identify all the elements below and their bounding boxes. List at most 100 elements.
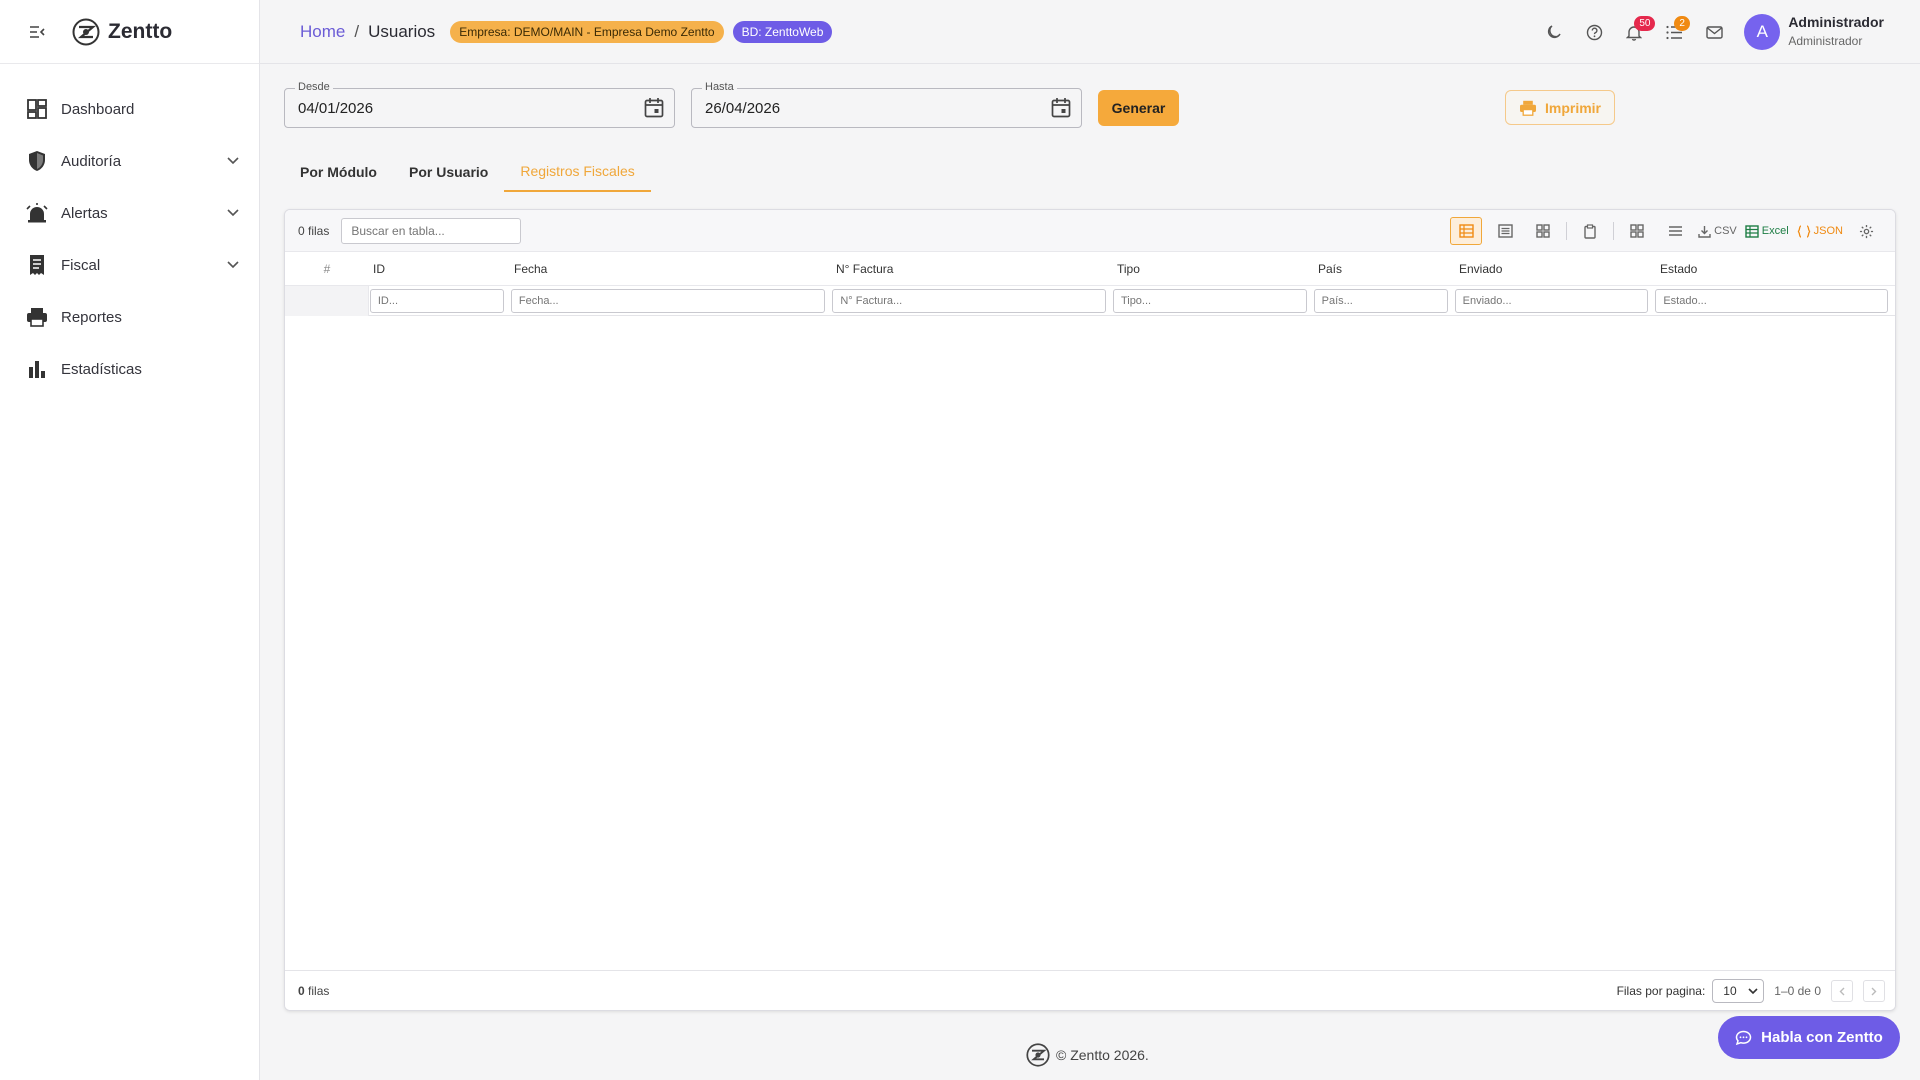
calendar-icon[interactable] [1051,97,1071,121]
desde-label: Desde [295,81,333,93]
filter-input-pais[interactable] [1313,288,1448,313]
card-view-button[interactable] [1528,217,1558,245]
filter-input-factura[interactable] [832,288,1106,313]
grid-footer: 0 filas Filas por pagina: 10 1–0 de 0 [285,970,1895,1010]
desde-date-field[interactable]: Desde 04/01/2026 [284,81,675,128]
chevron-right-icon [1871,987,1877,995]
grid-view-icon [1536,224,1550,238]
json-label: JSON [1813,225,1843,237]
footer-row-count-number: 0 [298,983,305,998]
lines-icon [1668,226,1682,236]
sidebar-item-dashboard[interactable]: Dashboard [0,83,259,135]
column-header-estado[interactable]: Estado [1656,262,1886,276]
tab-por-usuario[interactable]: Por Usuario [393,152,504,192]
export-excel-button[interactable]: Excel [1745,217,1789,245]
generate-button[interactable]: Generar [1098,90,1179,126]
table-view-button[interactable] [1450,217,1483,245]
desde-value[interactable]: 04/01/2026 [298,100,373,117]
tab-por-modulo[interactable]: Por Módulo [284,152,393,192]
notifications-button[interactable]: 50 [1614,12,1656,52]
filter-input-fecha[interactable] [510,288,826,313]
sidebar-item-label: Reportes [61,308,122,326]
print-label: Imprimir [1544,99,1601,116]
chat-icon [1735,1030,1752,1045]
sidebar-item-estadisticas[interactable]: Estadísticas [0,343,259,395]
columns-button[interactable] [1622,217,1652,245]
data-grid: 0 filas CSV [284,209,1896,1011]
clipboard-icon [1584,223,1596,239]
footer-row-count: 0 filas [298,984,329,998]
next-page-button[interactable] [1863,980,1885,1002]
shield-icon [26,150,48,172]
export-csv-button[interactable]: CSV [1698,217,1737,245]
calendar-icon[interactable] [644,97,664,121]
messages-button[interactable] [1694,12,1734,52]
column-header-factura[interactable]: N° Factura [832,262,1113,276]
grid-toolbar: 0 filas CSV [285,210,1895,252]
sidebar-item-auditoria[interactable]: Auditoría [0,135,259,187]
row-index-header: # [323,261,331,276]
column-header-tipo[interactable]: Tipo [1113,262,1314,276]
database-badge[interactable]: BD: ZenttoWeb [732,20,833,43]
column-header-id[interactable]: ID [369,262,510,276]
hasta-date-field[interactable]: Hasta 26/04/2026 [691,81,1082,128]
sidebar-item-label: Estadísticas [61,360,142,378]
breadcrumb-current: Usuarios [368,21,436,41]
grid-settings-button[interactable] [1851,217,1881,245]
braces-icon [1797,224,1810,238]
zentto-logo-icon [72,18,100,45]
help-button[interactable] [1574,12,1614,52]
table-header-row: # ID Fecha N° Factura Tipo País Enviado … [285,252,1895,286]
column-header-fecha[interactable]: Fecha [510,262,832,276]
filter-input-enviado[interactable] [1454,288,1649,313]
sidebar-item-reportes[interactable]: Reportes [0,291,259,343]
app-name: Zentto [108,19,173,43]
tab-registros-fiscales[interactable]: Registros Fiscales [504,152,651,192]
sidebar-item-fiscal[interactable]: Fiscal [0,239,259,291]
filter-input-estado[interactable] [1655,288,1888,313]
column-header-pais[interactable]: País [1314,262,1455,276]
empresa-badge[interactable]: Empresa: DEMO/MAIN - Empresa Demo Zentto [450,20,724,43]
grid-tools: CSV Excel JSON [1442,217,1881,245]
top-bar: Home / Usuarios Empresa: DEMO/MAIN - Emp… [260,0,1920,64]
density-button[interactable] [1490,217,1520,245]
footer-row-count-suffix: filas [308,983,330,998]
sidebar-item-label: Auditoría [61,152,122,170]
breadcrumb-home-link[interactable]: Home [300,22,345,42]
rows-per-page-value: 10 [1723,984,1737,998]
app-logo[interactable]: Zentto [72,18,172,46]
user-menu[interactable]: Administrador Administrador [1788,13,1884,51]
copy-button[interactable] [1575,217,1605,245]
avatar[interactable]: A [1744,14,1781,50]
filter-input-id[interactable] [369,288,504,313]
filter-row-spacer [285,285,369,316]
page-range-label: 1–0 de 0 [1774,984,1821,998]
hasta-value[interactable]: 26/04/2026 [705,100,780,117]
zentto-logo-icon [1026,1043,1050,1067]
printer-icon [26,306,48,328]
group-button[interactable] [1660,217,1690,245]
dashboard-icon [26,98,48,120]
chevron-down-icon [1748,987,1758,994]
column-header-enviado[interactable]: Enviado [1455,262,1656,276]
tasks-button[interactable]: 2 [1654,12,1694,52]
sidebar-header: Zentto [0,0,259,64]
chat-with-zentto-button[interactable]: Habla con Zentto [1718,1016,1900,1059]
bar-chart-icon [26,358,48,380]
apps-icon [1630,224,1644,238]
filter-input-tipo[interactable] [1112,288,1307,313]
rows-per-page-select[interactable]: 10 [1712,979,1765,1003]
chevron-left-icon [1839,987,1845,995]
chevron-down-icon [223,151,243,171]
export-json-button[interactable]: JSON [1797,217,1843,245]
dark-mode-toggle[interactable] [1534,12,1574,52]
rows-per-page-label: Filas por pagina: [1616,984,1706,998]
sidebar-item-alertas[interactable]: Alertas [0,187,259,239]
table-search-input[interactable] [341,217,522,244]
toolbar-divider [1566,222,1568,240]
gear-icon [1859,224,1873,238]
collapse-menu-icon[interactable] [26,21,48,43]
row-count-label: 0 filas [298,223,330,238]
previous-page-button[interactable] [1831,980,1853,1002]
print-button[interactable]: Imprimir [1505,90,1615,125]
